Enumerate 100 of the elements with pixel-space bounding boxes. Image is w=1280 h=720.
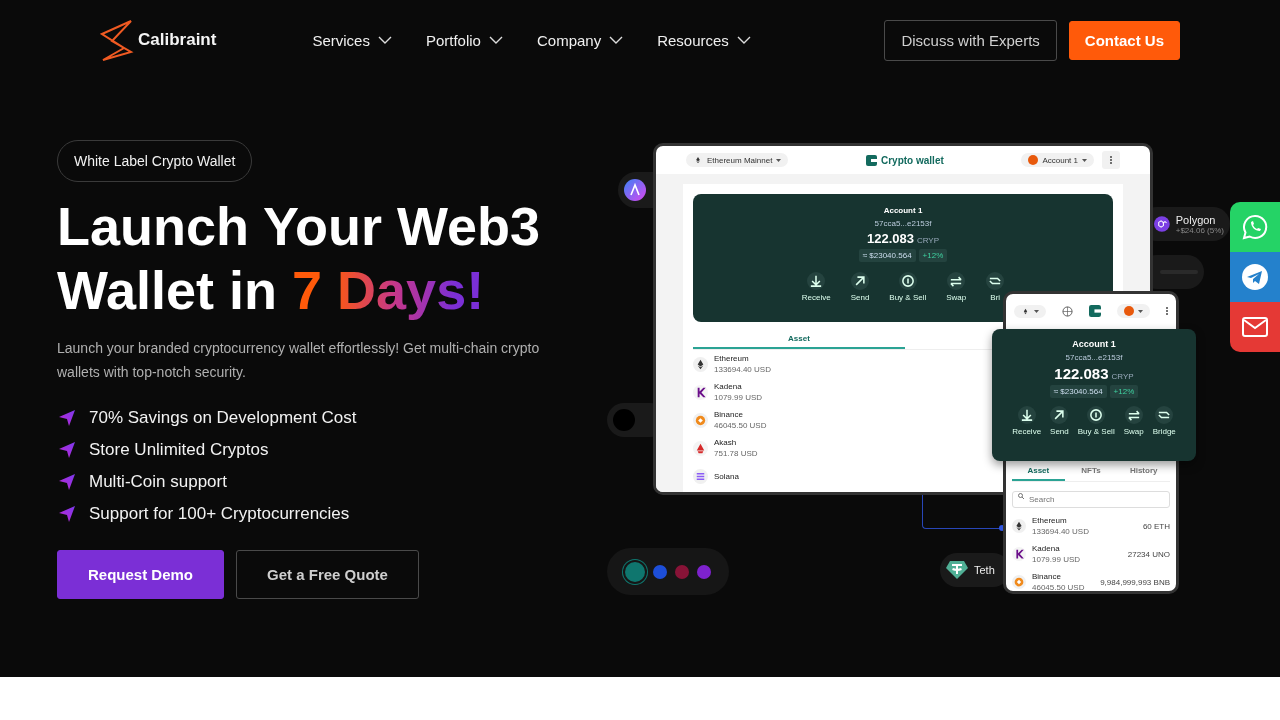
- account-selector[interactable]: [1117, 304, 1150, 318]
- caret-icon: [776, 158, 782, 162]
- balance-unit: CRYP: [916, 236, 940, 245]
- envelope-icon: [1242, 317, 1268, 337]
- asset-amount: 9,984,999,993 BNB: [1100, 577, 1170, 587]
- wallet-action-button[interactable]: Send: [1050, 406, 1069, 436]
- telegram-button[interactable]: [1230, 252, 1280, 302]
- wallet-tab[interactable]: History: [1117, 462, 1170, 481]
- kadena-coin-icon: [693, 384, 708, 400]
- asset-name: Ethereum: [714, 354, 749, 363]
- color-swatch[interactable]: [625, 561, 645, 582]
- asset-name: Kadena: [1032, 544, 1060, 553]
- chevron-down-icon: [609, 36, 624, 44]
- token-name: Polygon: [1175, 213, 1217, 226]
- chat-bubble-icon: [1241, 213, 1269, 241]
- wallet-action-button[interactable]: Bridge: [1152, 406, 1176, 436]
- balance-unit: CRYP: [1111, 372, 1134, 381]
- change-tag: +12%: [1109, 385, 1139, 398]
- balance: 122.083: [866, 231, 914, 246]
- caret-icon: [1082, 158, 1087, 162]
- globe-icon: [1062, 305, 1073, 317]
- asset-name: Solana: [714, 471, 739, 481]
- feature-text: Store Unlimited Cryptos: [89, 439, 269, 461]
- more-menu-button[interactable]: [1102, 151, 1120, 169]
- nav-menu-item[interactable]: Portfolio: [425, 31, 503, 49]
- nav-menu-item[interactable]: Company: [536, 31, 624, 49]
- balance: 122.083: [1054, 365, 1109, 382]
- whatsapp-button[interactable]: [1230, 202, 1280, 252]
- buy-icon: [1087, 406, 1106, 424]
- fiat-value: ≈ $23040.564: [1049, 385, 1107, 398]
- asset-name: Akash: [714, 438, 737, 447]
- caret-icon: [1034, 309, 1039, 313]
- email-button[interactable]: [1230, 302, 1280, 352]
- asset-tab[interactable]: Asset: [693, 330, 905, 349]
- asset-name: Binance: [1032, 572, 1061, 581]
- discuss-button[interactable]: Discuss with Experts: [884, 19, 1057, 61]
- asset-value: 1079.99 USD: [1032, 555, 1081, 564]
- feature-text: Support for 100+ Cryptocurrencies: [89, 503, 350, 525]
- letter-a-coin-icon: [624, 179, 646, 201]
- avatar-icon: [1124, 306, 1134, 316]
- subtitle: Launch your branded cryptocurrency wallet effortlessly! Get multi-chain crypto wallets with top-notch security.: [57, 339, 541, 382]
- nav-menu-item[interactable]: Services: [312, 31, 392, 49]
- change-tag: +12%: [918, 249, 948, 262]
- color-swatch[interactable]: [675, 564, 689, 579]
- asset-value: 1079.99 USD: [714, 393, 763, 402]
- search-icon: [1018, 493, 1024, 499]
- buy-icon: [898, 272, 917, 290]
- wallet-action-button[interactable]: Swap: [1123, 406, 1144, 436]
- app-title: Crypto wallet: [881, 154, 944, 166]
- wallet-address: 57cca5...e2153f: [874, 219, 932, 228]
- asset-amount: 60 ETH: [1142, 521, 1170, 531]
- token-change: +$24.06 (5%): [1175, 225, 1224, 235]
- wallet-tab[interactable]: NFTs: [1064, 462, 1118, 481]
- paper-plane-icon: [1241, 263, 1269, 291]
- wallet-action-button[interactable]: Bri: [986, 272, 1005, 302]
- wallet-action-button[interactable]: Buy & Sell: [889, 272, 927, 302]
- quote-button[interactable]: Get a Free Quote: [236, 550, 419, 599]
- wallet-action-button[interactable]: Buy & Sell: [1077, 406, 1115, 436]
- solana-coin-icon: [693, 468, 708, 484]
- wallet-action-button[interactable]: Send: [850, 272, 870, 302]
- paper-plane-icon: [57, 440, 77, 460]
- paper-plane-icon: [57, 408, 77, 428]
- asset-value: 46045.50 USD: [714, 421, 767, 430]
- network-selector[interactable]: [1014, 304, 1046, 318]
- bridge-icon: [1155, 406, 1174, 424]
- feature-text: 70% Savings on Development Cost: [89, 407, 357, 429]
- nav-menu-item[interactable]: Resources: [657, 31, 751, 49]
- avatar-icon: [1028, 155, 1039, 165]
- chevron-down-icon: [488, 36, 503, 44]
- wallet-action-button[interactable]: Receive: [801, 272, 831, 302]
- search-field[interactable]: Search: [1012, 491, 1170, 508]
- account-selector[interactable]: Account 1: [1021, 153, 1094, 167]
- ethereum-coin-icon: [693, 356, 708, 372]
- akash-coin-icon: [693, 440, 708, 456]
- send-icon: [851, 272, 869, 290]
- swap-icon: [1124, 406, 1143, 424]
- chevron-down-icon: [736, 36, 751, 44]
- binance-coin-icon: [1012, 575, 1026, 589]
- network-selector[interactable]: Ethereum Mainnet: [686, 153, 789, 167]
- color-swatch[interactable]: [697, 564, 711, 579]
- paper-plane-icon: [57, 472, 77, 492]
- tether-coin-icon: [946, 560, 968, 580]
- token-name: Teth: [974, 564, 995, 576]
- receive-icon: [807, 272, 826, 290]
- asset-value: 133694.40 USD: [714, 365, 771, 374]
- fiat-value: ≈ $23040.564: [858, 249, 916, 262]
- account-name: Account 1: [1072, 339, 1116, 349]
- wallet-tab[interactable]: Asset: [1012, 462, 1065, 481]
- wallet-action-button[interactable]: Swap: [946, 272, 967, 302]
- request-demo-button[interactable]: Request Demo: [57, 550, 225, 599]
- swap-icon: [947, 272, 966, 290]
- send-icon: [1050, 406, 1069, 424]
- caret-icon: [1138, 309, 1143, 313]
- feature-text: Multi-Coin support: [89, 471, 227, 493]
- logo-icon: [100, 19, 134, 61]
- color-swatch[interactable]: [653, 564, 667, 579]
- wallet-action-button[interactable]: Receive: [1012, 406, 1042, 436]
- chevron-down-icon: [377, 36, 392, 44]
- ethereum-coin-icon: [1012, 519, 1026, 533]
- receive-icon: [1017, 406, 1036, 424]
